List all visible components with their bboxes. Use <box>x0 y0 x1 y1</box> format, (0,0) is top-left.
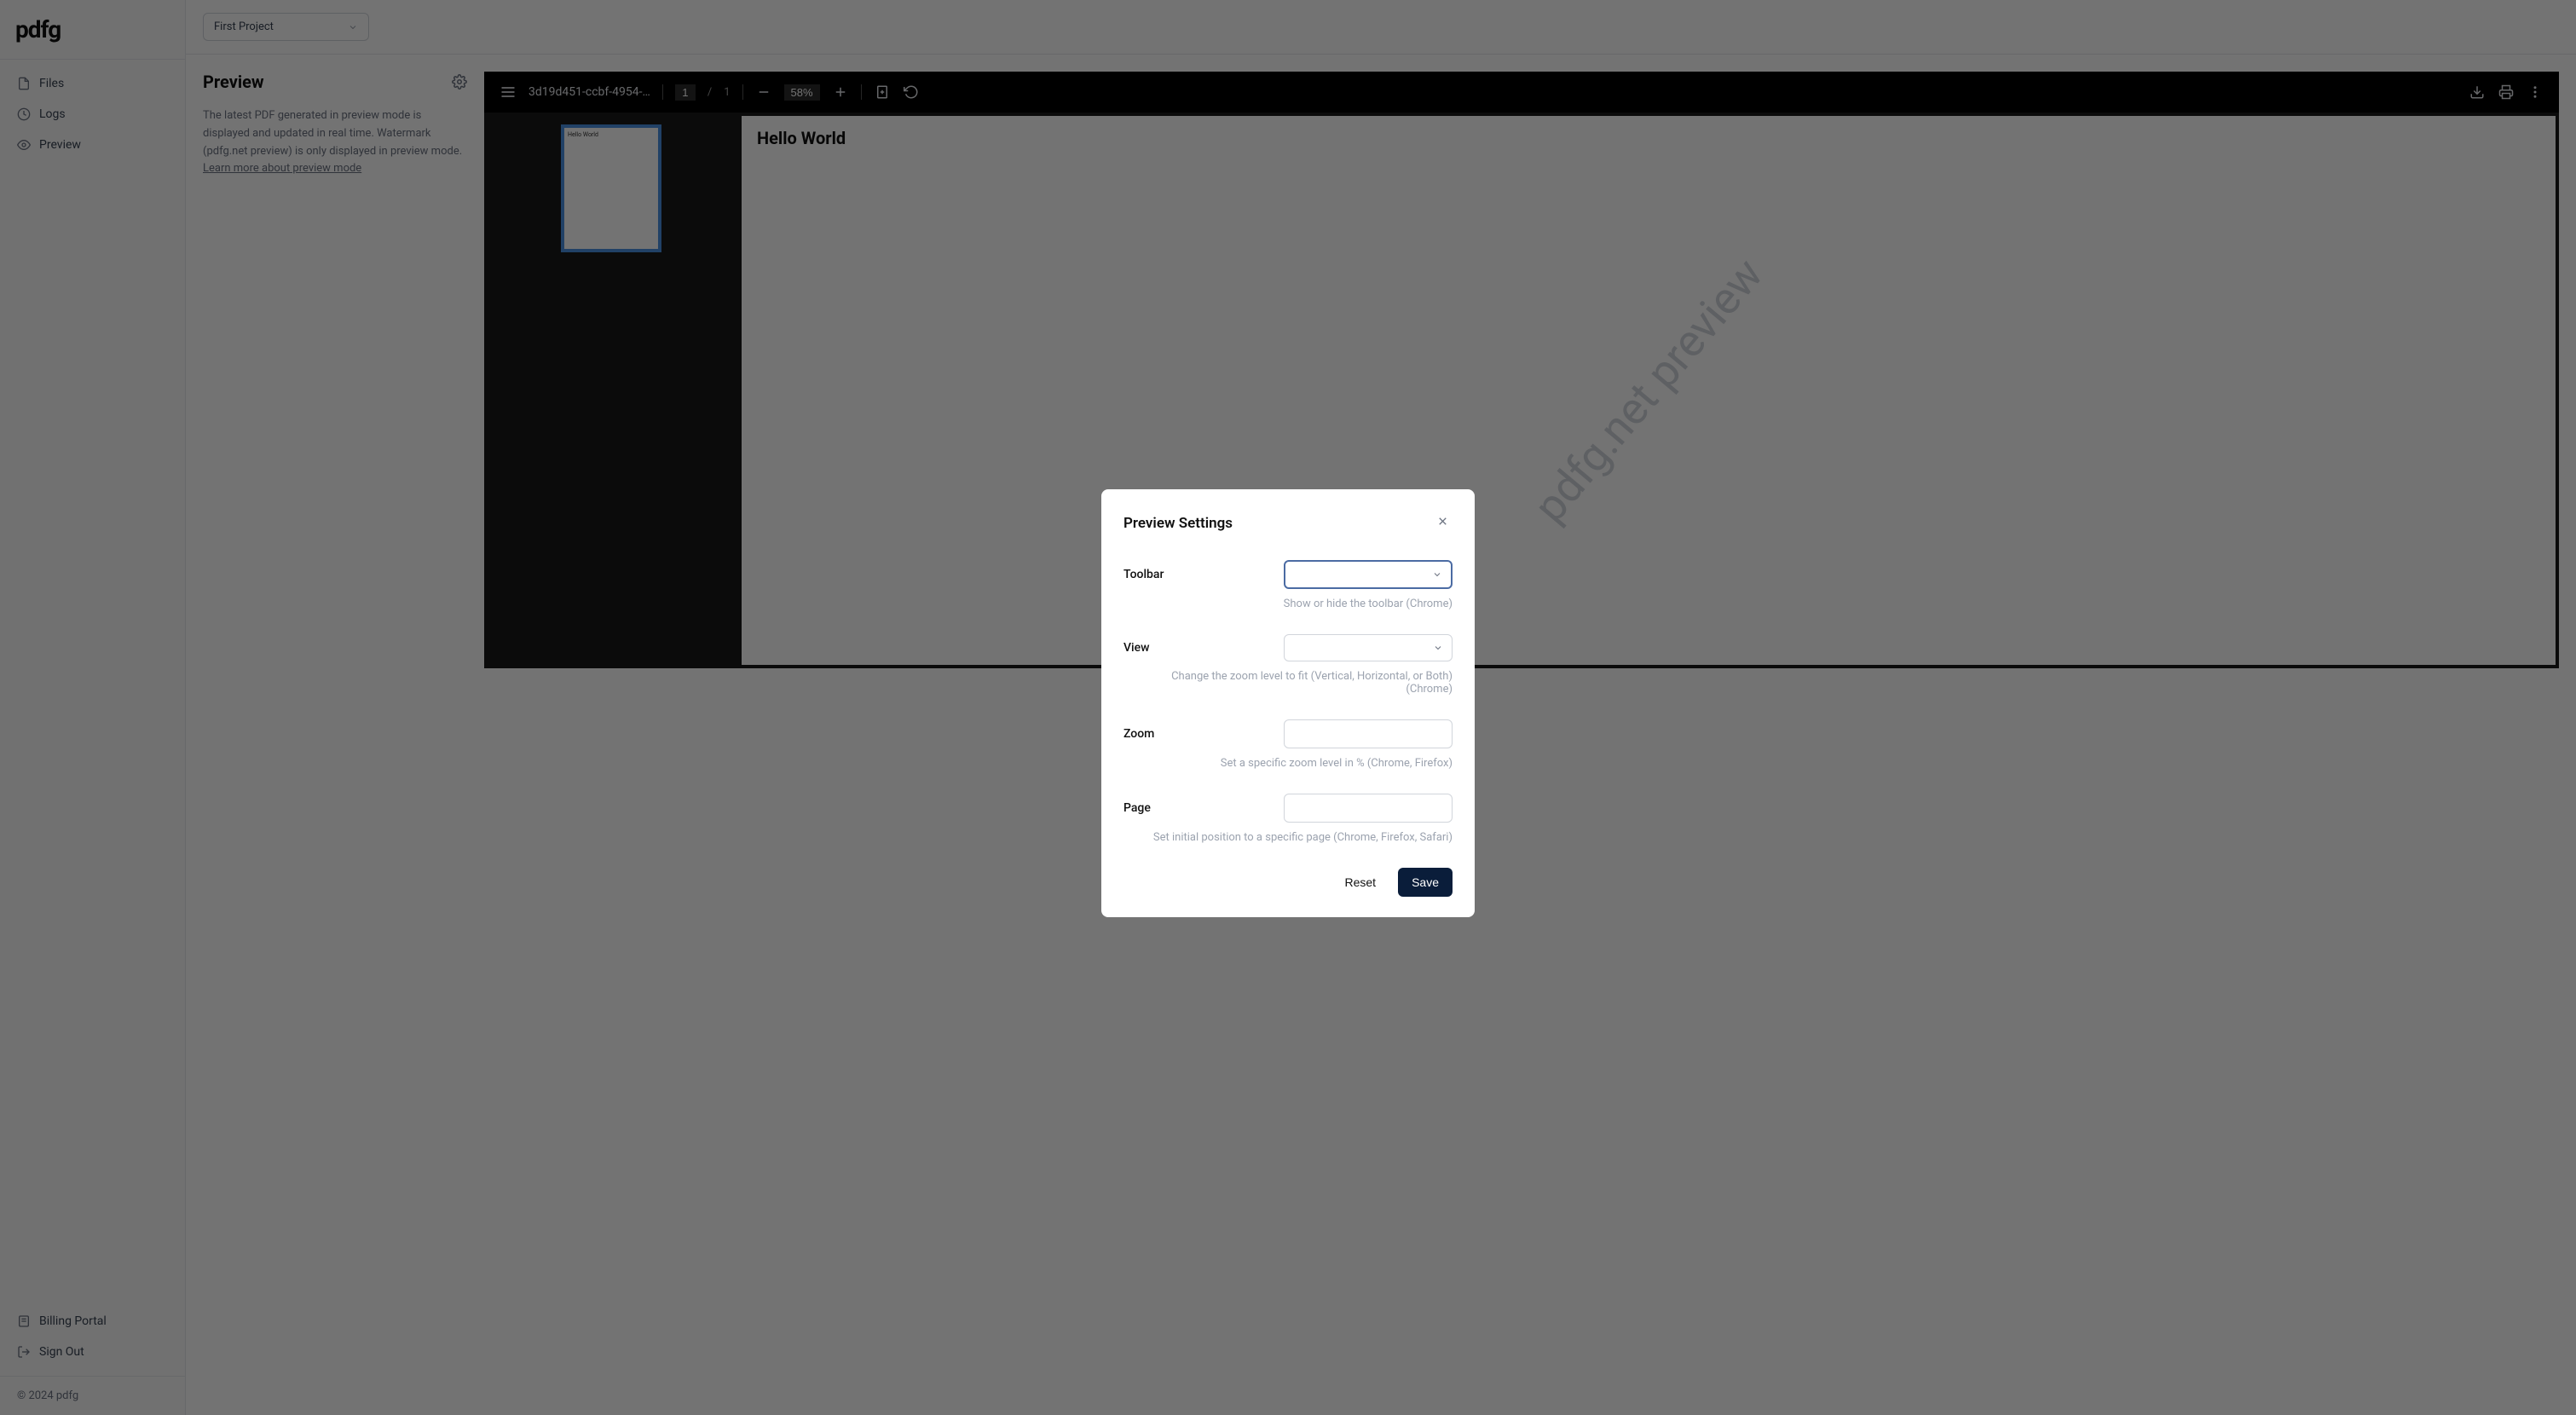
view-select[interactable] <box>1284 634 1453 661</box>
field-zoom: Zoom Set a specific zoom level in % (Chr… <box>1123 719 1453 770</box>
chevron-down-icon <box>1433 643 1443 653</box>
zoom-help: Set a specific zoom level in % (Chrome, … <box>1123 757 1453 770</box>
modal-header: Preview Settings <box>1123 511 1453 534</box>
modal-title: Preview Settings <box>1123 515 1233 532</box>
modal-footer: Reset Save <box>1123 868 1453 897</box>
zoom-input[interactable] <box>1284 719 1453 748</box>
preview-settings-modal: Preview Settings Toolbar Show or hide th… <box>1101 489 1475 917</box>
page-help: Set initial position to a specific page … <box>1123 831 1453 844</box>
toolbar-help: Show or hide the toolbar (Chrome) <box>1123 598 1453 610</box>
field-page: Page Set initial position to a specific … <box>1123 794 1453 844</box>
close-button[interactable] <box>1433 511 1453 534</box>
close-icon <box>1436 515 1449 528</box>
save-button[interactable]: Save <box>1398 868 1453 897</box>
zoom-label: Zoom <box>1123 727 1154 741</box>
toolbar-select[interactable] <box>1284 560 1453 589</box>
page-input[interactable] <box>1284 794 1453 823</box>
view-help: Change the zoom level to fit (Vertical, … <box>1123 670 1453 696</box>
page-label: Page <box>1123 801 1151 815</box>
reset-button[interactable]: Reset <box>1331 868 1390 897</box>
field-toolbar: Toolbar Show or hide the toolbar (Chrome… <box>1123 560 1453 610</box>
chevron-down-icon <box>1432 569 1442 580</box>
view-label: View <box>1123 641 1150 655</box>
toolbar-label: Toolbar <box>1123 568 1164 581</box>
modal-overlay: Preview Settings Toolbar Show or hide th… <box>0 0 2576 1415</box>
field-view: View Change the zoom level to fit (Verti… <box>1123 634 1453 696</box>
